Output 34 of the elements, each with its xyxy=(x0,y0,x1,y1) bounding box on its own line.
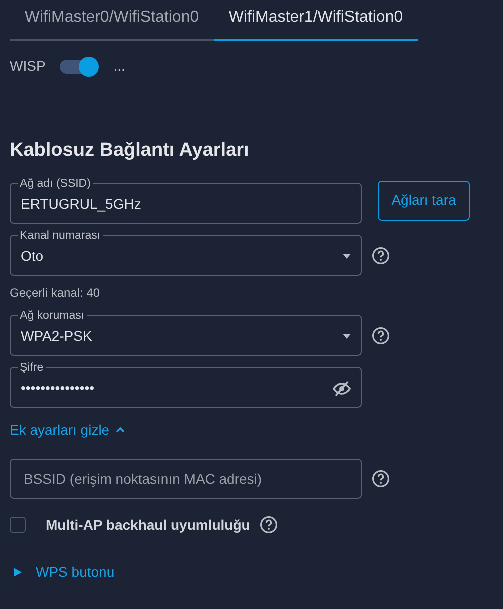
field-label: Ağ adı (SSID) xyxy=(19,178,92,190)
dropdown[interactable]: Ağ koruması WPA2-PSK xyxy=(10,310,362,356)
tab[interactable]: WifiMaster1/WifiStation0 xyxy=(214,0,418,41)
toggle-switch[interactable] xyxy=(60,56,100,76)
triangle-icon xyxy=(14,568,22,576)
caret-icon xyxy=(343,254,351,259)
field-value: WPA2-PSK xyxy=(21,327,94,346)
input-field[interactable]: BSSID (erişim noktasının MAC adresi) xyxy=(10,458,362,498)
checkbox[interactable] xyxy=(10,517,26,533)
input-field[interactable]: Şifre ••••••••••••••• xyxy=(10,362,362,408)
field-label: Ağ koruması xyxy=(19,310,86,322)
input-field[interactable]: Ağ adı (SSID) ERTUGRUL_5GHz xyxy=(10,178,362,224)
tab[interactable]: WifiMaster0/WifiStation0 xyxy=(10,0,214,41)
help-icon[interactable] xyxy=(372,246,390,264)
toggle-link[interactable]: Ek ayarları gizle xyxy=(10,420,125,440)
section-title: Kablosuz Bağlantı Ayarları xyxy=(10,139,250,163)
dropdown[interactable]: Kanal numarası Oto xyxy=(10,230,362,276)
field-value: ERTUGRUL_5GHz xyxy=(21,195,142,214)
caret-icon xyxy=(343,334,351,339)
status-text: ... xyxy=(114,57,126,76)
field-value: Oto xyxy=(21,247,45,266)
hide-password-icon[interactable] xyxy=(333,380,351,396)
field-label: Şifre xyxy=(19,362,45,374)
field-value: ••••••••••••••• xyxy=(21,379,96,398)
toggle-label: WISP xyxy=(10,57,46,76)
field-label: Kanal numarası xyxy=(19,230,102,242)
help-icon[interactable] xyxy=(372,326,390,344)
help-icon[interactable] xyxy=(372,470,390,488)
hint-text: Geçerli kanal: 40 xyxy=(10,284,102,302)
expander-link[interactable]: WPS butonu xyxy=(14,562,115,582)
checkbox-label: Multi-AP backhaul uyumluluğu xyxy=(46,516,250,535)
chevron-icon xyxy=(116,427,125,433)
help-icon[interactable] xyxy=(260,516,278,534)
scan-button[interactable]: Ağları tara xyxy=(378,180,470,220)
